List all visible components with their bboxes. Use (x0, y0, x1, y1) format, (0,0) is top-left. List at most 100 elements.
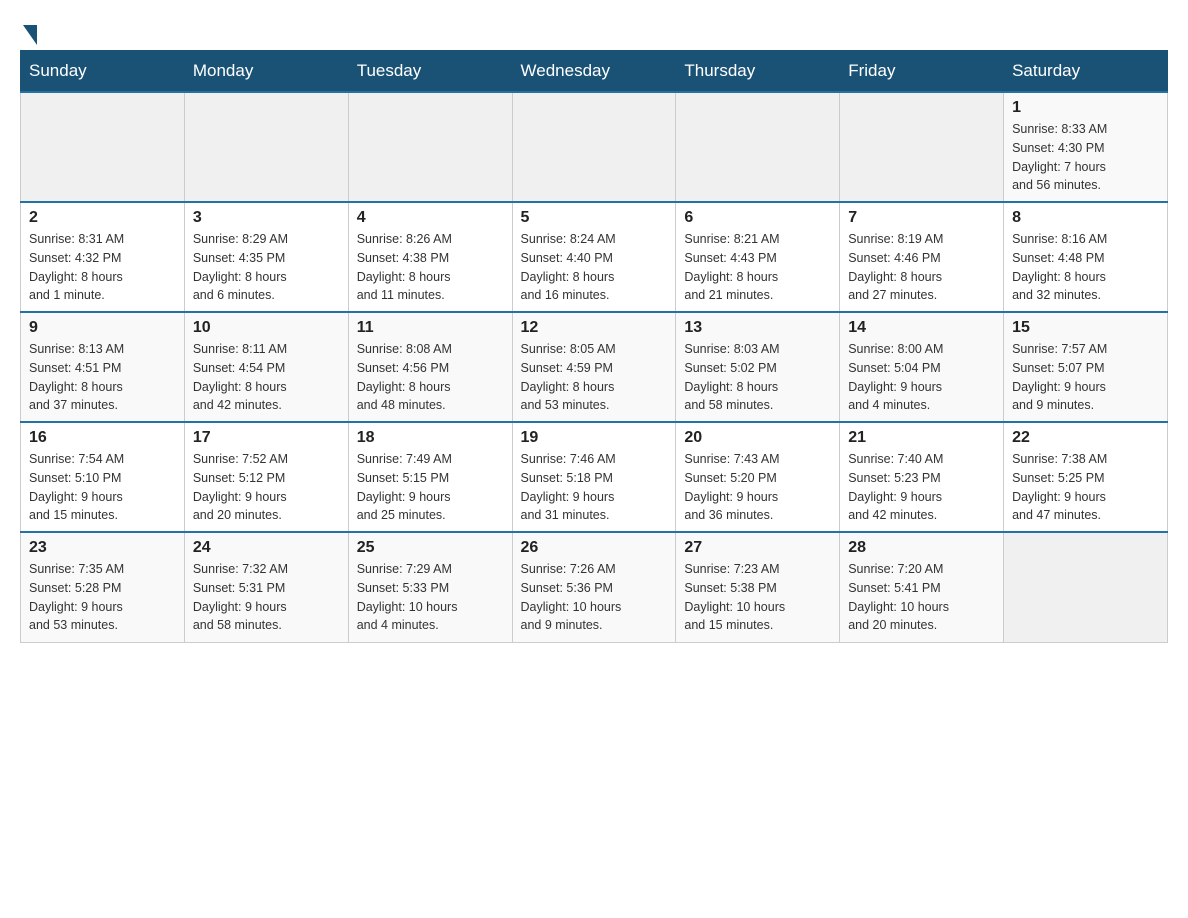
weekday-header-monday: Monday (184, 51, 348, 93)
calendar-cell: 9 Sunrise: 8:13 AM Sunset: 4:51 PM Daylig… (21, 312, 185, 422)
day-number: 21 (848, 429, 995, 447)
weekday-header-wednesday: Wednesday (512, 51, 676, 93)
day-number: 4 (357, 209, 504, 227)
weekday-header-friday: Friday (840, 51, 1004, 93)
day-info: Sunrise: 8:03 AM Sunset: 5:02 PM Dayligh… (684, 340, 831, 415)
day-info: Sunrise: 7:20 AM Sunset: 5:41 PM Dayligh… (848, 560, 995, 635)
day-number: 19 (521, 429, 668, 447)
calendar-cell: 7Sunrise: 8:19 AM Sunset: 4:46 PM Daylig… (840, 202, 1004, 312)
calendar-cell (676, 92, 840, 202)
calendar-cell: 16 Sunrise: 7:54 AM Sunset: 5:10 PM Dayli… (21, 422, 185, 532)
calendar-cell: 19 Sunrise: 7:46 AM Sunset: 5:18 PM Dayli… (512, 422, 676, 532)
day-number: 8 (1012, 209, 1159, 227)
day-info: Sunrise: 7:46 AM Sunset: 5:18 PM Dayligh… (521, 450, 668, 525)
day-number: 5 (521, 209, 668, 227)
week-row-3: 9 Sunrise: 8:13 AM Sunset: 4:51 PM Daylig… (21, 312, 1168, 422)
weekday-header-sunday: Sunday (21, 51, 185, 93)
day-number: 23 (29, 539, 176, 557)
calendar-cell: 17 Sunrise: 7:52 AM Sunset: 5:12 PM Dayli… (184, 422, 348, 532)
calendar-cell: 10 Sunrise: 8:11 AM Sunset: 4:54 PM Dayli… (184, 312, 348, 422)
day-number: 12 (521, 319, 668, 337)
day-number: 26 (521, 539, 668, 557)
calendar-cell: 15 Sunrise: 7:57 AM Sunset: 5:07 PM Dayli… (1004, 312, 1168, 422)
calendar-cell (512, 92, 676, 202)
calendar-cell (21, 92, 185, 202)
calendar-cell: 6Sunrise: 8:21 AM Sunset: 4:43 PM Daylig… (676, 202, 840, 312)
calendar-cell: 21 Sunrise: 7:40 AM Sunset: 5:23 PM Dayli… (840, 422, 1004, 532)
day-info: Sunrise: 7:35 AM Sunset: 5:28 PM Dayligh… (29, 560, 176, 635)
weekday-header-saturday: Saturday (1004, 51, 1168, 93)
calendar-cell: 26 Sunrise: 7:26 AM Sunset: 5:36 PM Dayli… (512, 532, 676, 642)
calendar-cell: 14Sunrise: 8:00 AM Sunset: 5:04 PM Dayli… (840, 312, 1004, 422)
day-info: Sunrise: 7:26 AM Sunset: 5:36 PM Dayligh… (521, 560, 668, 635)
calendar-cell: 28 Sunrise: 7:20 AM Sunset: 5:41 PM Dayli… (840, 532, 1004, 642)
day-number: 24 (193, 539, 340, 557)
calendar-cell: 1 Sunrise: 8:33 AM Sunset: 4:30 PM Daylig… (1004, 92, 1168, 202)
day-number: 15 (1012, 319, 1159, 337)
day-number: 25 (357, 539, 504, 557)
day-number: 20 (684, 429, 831, 447)
day-number: 28 (848, 539, 995, 557)
day-info: Sunrise: 7:38 AM Sunset: 5:25 PM Dayligh… (1012, 450, 1159, 525)
week-row-4: 16 Sunrise: 7:54 AM Sunset: 5:10 PM Dayli… (21, 422, 1168, 532)
day-info: Sunrise: 8:26 AM Sunset: 4:38 PM Dayligh… (357, 230, 504, 305)
day-info: Sunrise: 7:57 AM Sunset: 5:07 PM Dayligh… (1012, 340, 1159, 415)
weekday-header-row: SundayMondayTuesdayWednesdayThursdayFrid… (21, 51, 1168, 93)
day-number: 18 (357, 429, 504, 447)
day-info: Sunrise: 7:54 AM Sunset: 5:10 PM Dayligh… (29, 450, 176, 525)
calendar-cell: 20Sunrise: 7:43 AM Sunset: 5:20 PM Dayli… (676, 422, 840, 532)
day-number: 10 (193, 319, 340, 337)
calendar-cell: 13 Sunrise: 8:03 AM Sunset: 5:02 PM Dayli… (676, 312, 840, 422)
day-number: 16 (29, 429, 176, 447)
day-info: Sunrise: 8:29 AM Sunset: 4:35 PM Dayligh… (193, 230, 340, 305)
day-number: 2 (29, 209, 176, 227)
week-row-1: 1 Sunrise: 8:33 AM Sunset: 4:30 PM Daylig… (21, 92, 1168, 202)
day-number: 22 (1012, 429, 1159, 447)
day-info: Sunrise: 7:40 AM Sunset: 5:23 PM Dayligh… (848, 450, 995, 525)
day-info: Sunrise: 8:13 AM Sunset: 4:51 PM Dayligh… (29, 340, 176, 415)
day-info: Sunrise: 7:29 AM Sunset: 5:33 PM Dayligh… (357, 560, 504, 635)
day-number: 7 (848, 209, 995, 227)
calendar-cell: 25 Sunrise: 7:29 AM Sunset: 5:33 PM Dayli… (348, 532, 512, 642)
calendar-cell (348, 92, 512, 202)
day-number: 17 (193, 429, 340, 447)
day-info: Sunrise: 8:00 AM Sunset: 5:04 PM Dayligh… (848, 340, 995, 415)
week-row-2: 2 Sunrise: 8:31 AM Sunset: 4:32 PM Daylig… (21, 202, 1168, 312)
calendar-cell: 23 Sunrise: 7:35 AM Sunset: 5:28 PM Dayli… (21, 532, 185, 642)
calendar-cell: 4 Sunrise: 8:26 AM Sunset: 4:38 PM Daylig… (348, 202, 512, 312)
calendar-cell: 11Sunrise: 8:08 AM Sunset: 4:56 PM Dayli… (348, 312, 512, 422)
calendar-cell (840, 92, 1004, 202)
day-info: Sunrise: 8:16 AM Sunset: 4:48 PM Dayligh… (1012, 230, 1159, 305)
day-info: Sunrise: 7:52 AM Sunset: 5:12 PM Dayligh… (193, 450, 340, 525)
day-number: 1 (1012, 99, 1159, 117)
page-header (20, 20, 1168, 40)
calendar-cell (184, 92, 348, 202)
day-info: Sunrise: 7:49 AM Sunset: 5:15 PM Dayligh… (357, 450, 504, 525)
calendar-cell: 3 Sunrise: 8:29 AM Sunset: 4:35 PM Daylig… (184, 202, 348, 312)
calendar-cell: 5Sunrise: 8:24 AM Sunset: 4:40 PM Daylig… (512, 202, 676, 312)
day-info: Sunrise: 8:08 AM Sunset: 4:56 PM Dayligh… (357, 340, 504, 415)
calendar-cell: 24 Sunrise: 7:32 AM Sunset: 5:31 PM Dayli… (184, 532, 348, 642)
day-info: Sunrise: 7:23 AM Sunset: 5:38 PM Dayligh… (684, 560, 831, 635)
day-number: 27 (684, 539, 831, 557)
calendar-cell: 12 Sunrise: 8:05 AM Sunset: 4:59 PM Dayli… (512, 312, 676, 422)
calendar-cell: 2 Sunrise: 8:31 AM Sunset: 4:32 PM Daylig… (21, 202, 185, 312)
calendar-cell: 27 Sunrise: 7:23 AM Sunset: 5:38 PM Dayli… (676, 532, 840, 642)
day-info: Sunrise: 8:05 AM Sunset: 4:59 PM Dayligh… (521, 340, 668, 415)
weekday-header-tuesday: Tuesday (348, 51, 512, 93)
day-info: Sunrise: 7:32 AM Sunset: 5:31 PM Dayligh… (193, 560, 340, 635)
week-row-5: 23 Sunrise: 7:35 AM Sunset: 5:28 PM Dayli… (21, 532, 1168, 642)
day-info: Sunrise: 8:31 AM Sunset: 4:32 PM Dayligh… (29, 230, 176, 305)
calendar-cell: 8 Sunrise: 8:16 AM Sunset: 4:48 PM Daylig… (1004, 202, 1168, 312)
calendar-cell: 18 Sunrise: 7:49 AM Sunset: 5:15 PM Dayli… (348, 422, 512, 532)
logo-arrow-icon (23, 25, 37, 45)
day-number: 6 (684, 209, 831, 227)
day-number: 3 (193, 209, 340, 227)
day-info: Sunrise: 8:33 AM Sunset: 4:30 PM Dayligh… (1012, 120, 1159, 195)
logo (20, 20, 37, 40)
calendar-cell (1004, 532, 1168, 642)
day-number: 9 (29, 319, 176, 337)
day-number: 13 (684, 319, 831, 337)
calendar-cell: 22 Sunrise: 7:38 AM Sunset: 5:25 PM Dayli… (1004, 422, 1168, 532)
day-info: Sunrise: 8:11 AM Sunset: 4:54 PM Dayligh… (193, 340, 340, 415)
